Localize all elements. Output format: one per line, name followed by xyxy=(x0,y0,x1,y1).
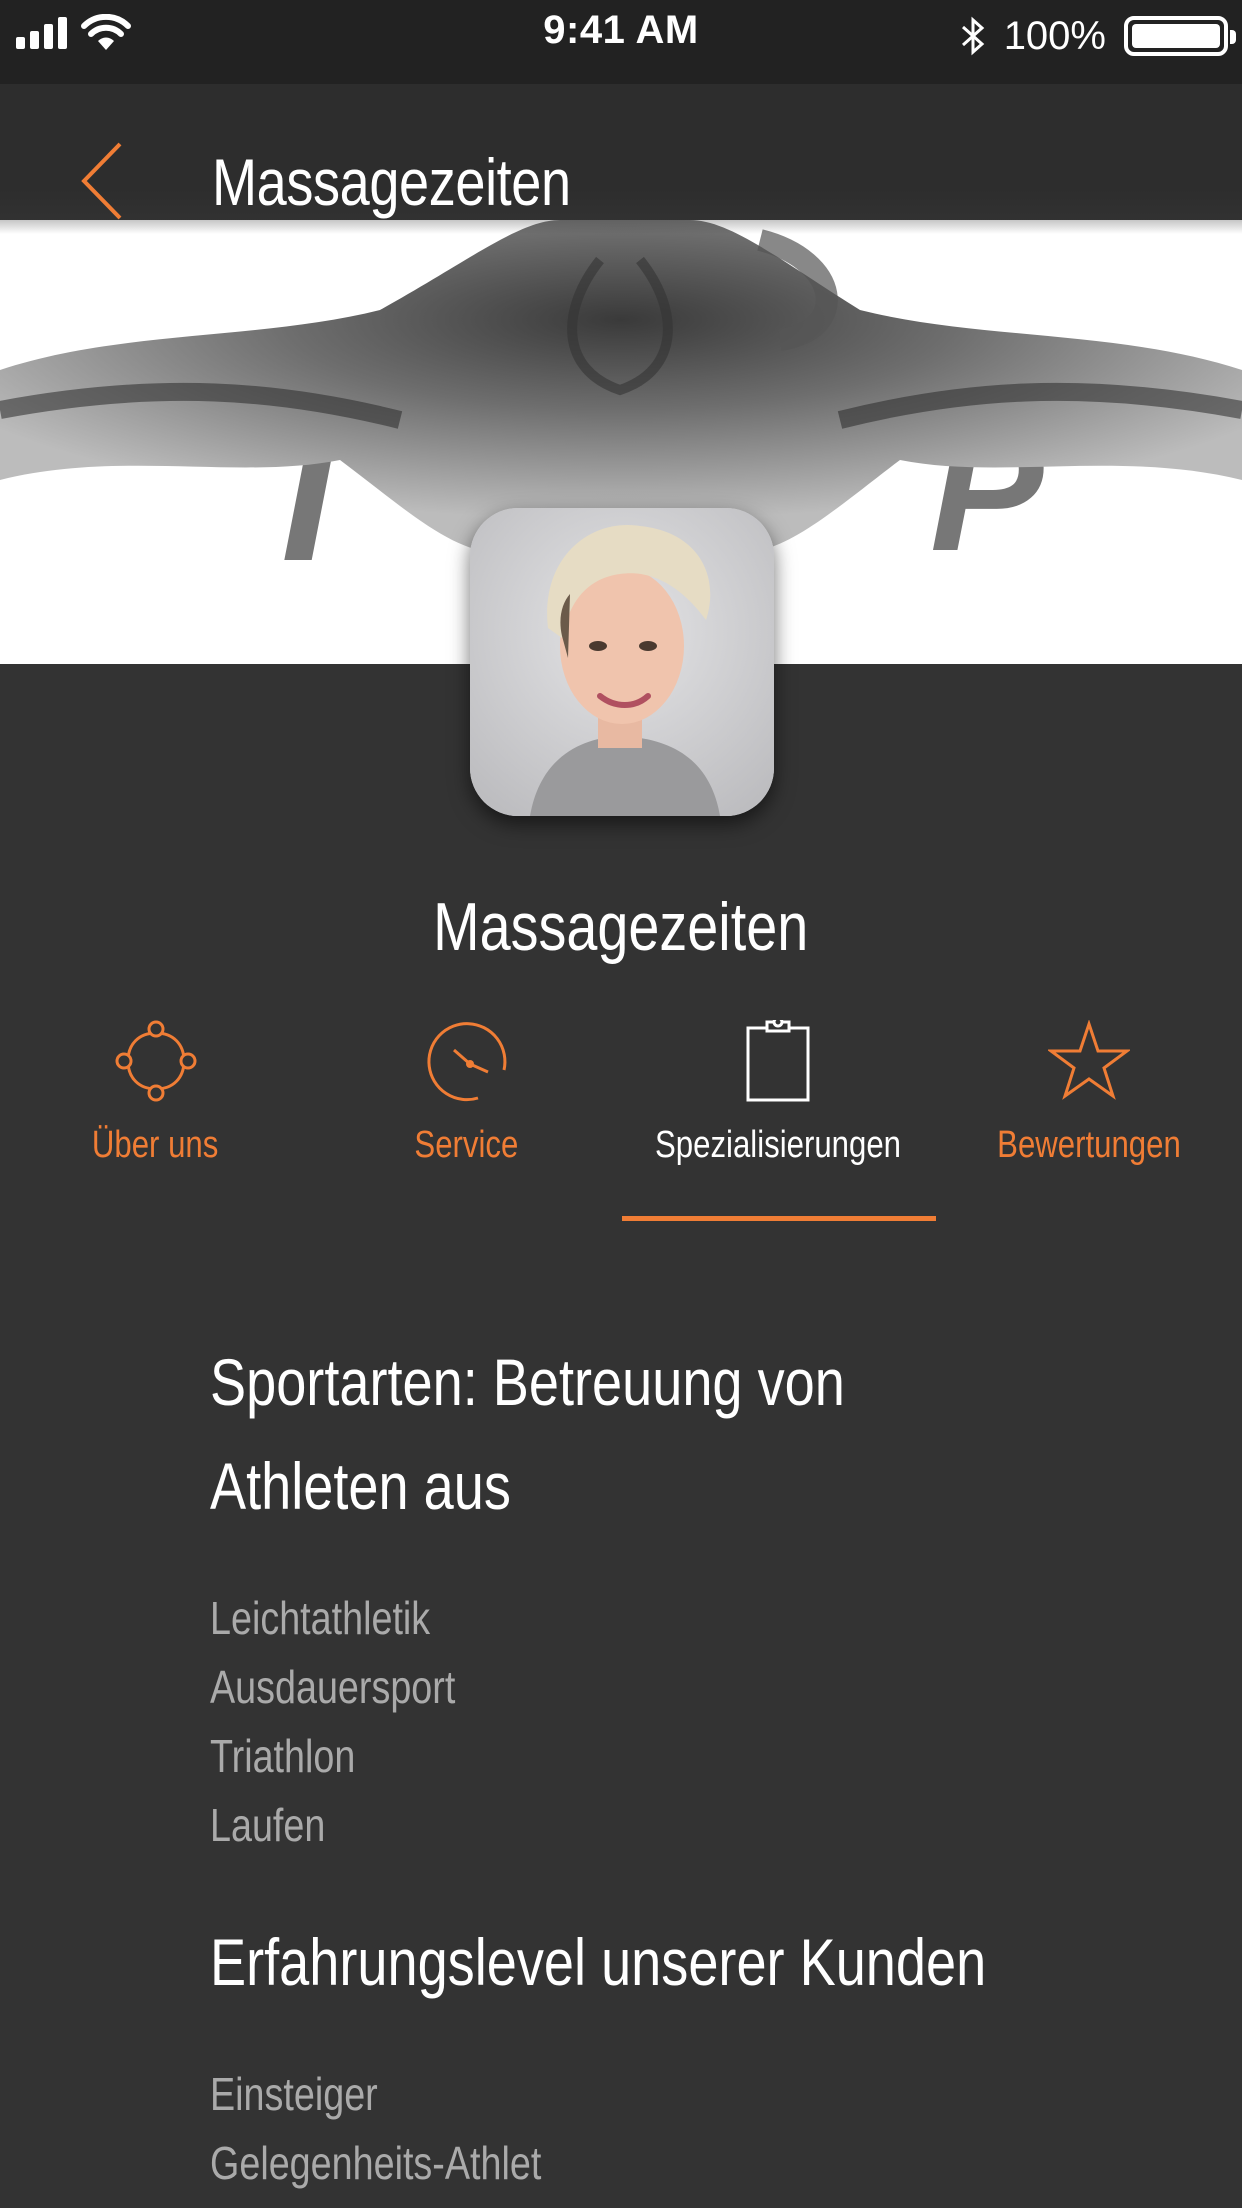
erfahrungslevel-list: Einsteiger Gelegenheits-Athlet xyxy=(210,2060,614,2198)
star-icon xyxy=(1048,1020,1130,1100)
tab-label-text: Über uns xyxy=(92,1124,219,1166)
back-button[interactable] xyxy=(76,136,136,226)
sportarten-list: Leichtathletik Ausdauersport Triathlon L… xyxy=(210,1584,509,1860)
status-bar: 9:41 AM 100% xyxy=(0,0,1242,84)
tab-label-text: Spezialisierungen xyxy=(654,1124,901,1166)
clipboard-icon xyxy=(746,1020,810,1102)
profile-name-text: Massagezeiten xyxy=(433,889,809,965)
section-title-erfahrungslevel: Erfahrungslevel unserer Kunden xyxy=(210,1910,986,2014)
tab-label-text: Bewertungen xyxy=(996,1124,1181,1166)
list-item: Gelegenheits-Athlet xyxy=(210,2137,542,2189)
profile-name: Massagezeiten xyxy=(0,888,1242,966)
section-title-line: Sportarten: Betreuung von xyxy=(210,1345,845,1419)
tab-service[interactable]: Service xyxy=(311,1010,622,1220)
gauge-icon xyxy=(427,1022,507,1102)
tab-label-text: Service xyxy=(414,1124,519,1166)
list-item: Laufen xyxy=(210,1799,326,1851)
tab-label: Über uns xyxy=(0,1124,311,1167)
bluetooth-icon xyxy=(961,16,984,56)
section-title-sportarten: Sportarten: Betreuung von Athleten aus xyxy=(210,1330,845,1538)
status-right: 100% xyxy=(960,8,1236,64)
tab-bewertungen[interactable]: Bewertungen xyxy=(933,1010,1242,1220)
page-title: Massagezeiten xyxy=(212,145,571,219)
battery-percent: 100% xyxy=(1003,14,1106,58)
section-title-line: Athleten aus xyxy=(210,1449,511,1523)
avatar xyxy=(470,508,774,816)
list-item: Leichtathletik xyxy=(210,1592,431,1644)
section-title-line: Erfahrungslevel unserer Kunden xyxy=(210,1925,987,1999)
navigation-bar: Massagezeiten xyxy=(0,84,1242,234)
list-item: Ausdauersport xyxy=(210,1661,456,1713)
tab-bar: Über uns Service Spezialisierungen Bewer… xyxy=(0,1010,1242,1224)
battery-icon xyxy=(1124,16,1236,56)
tab-label: Bewertungen xyxy=(933,1124,1242,1167)
tab-ueber-uns[interactable]: Über uns xyxy=(0,1010,311,1220)
chevron-left-icon xyxy=(81,142,122,220)
active-tab-indicator xyxy=(622,1216,936,1221)
list-item: Einsteiger xyxy=(210,2068,378,2120)
tab-label: Service xyxy=(311,1124,622,1167)
tab-spezialisierungen[interactable]: Spezialisierungen xyxy=(622,1010,933,1220)
tab-label: Spezialisierungen xyxy=(622,1124,933,1167)
network-icon xyxy=(115,1020,197,1102)
list-item: Triathlon xyxy=(210,1730,356,1782)
